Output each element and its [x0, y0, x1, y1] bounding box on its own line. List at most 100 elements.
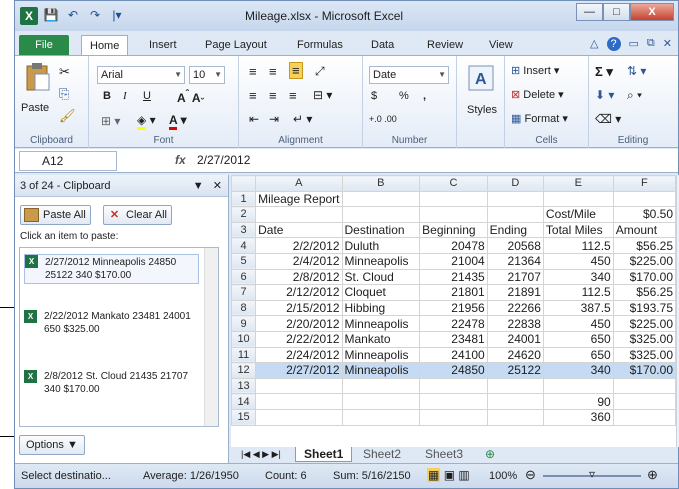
zoom-thumb[interactable]: ▿	[589, 467, 595, 481]
row-header[interactable]: 5	[231, 252, 257, 270]
restore-button[interactable]: □	[603, 3, 630, 21]
pane-close-icon[interactable]: ✕	[213, 180, 222, 192]
cell-c15[interactable]	[419, 408, 488, 426]
cell-a15[interactable]	[255, 408, 343, 426]
cell-c10[interactable]: 23481	[419, 330, 488, 348]
clear-all-button[interactable]: ✕ Clear All	[103, 205, 172, 225]
close-button[interactable]: X	[630, 3, 674, 21]
row-header[interactable]: 3	[231, 221, 257, 239]
minimize-button[interactable]: —	[576, 3, 603, 21]
copy-icon[interactable]: ⎘	[59, 86, 69, 102]
cell-b12[interactable]: Minneapolis	[341, 362, 421, 379]
align-top-icon[interactable]: ≡	[249, 64, 257, 79]
row-header[interactable]: 13	[231, 377, 257, 395]
align-right-icon[interactable]: ≡	[289, 88, 297, 103]
find-select-icon[interactable]: ⌕ ▾	[627, 88, 642, 103]
wrap-text-icon[interactable]: ↵ ▾	[293, 112, 312, 126]
cell-c8[interactable]: 21956	[419, 299, 488, 317]
grow-font-icon[interactable]: Aˆ Aˇ	[177, 89, 204, 108]
row-header[interactable]: 15	[231, 408, 257, 426]
cell-d14[interactable]	[486, 393, 544, 410]
cut-icon[interactable]: ✂	[59, 64, 70, 80]
tab-data[interactable]: Data	[363, 35, 402, 55]
cell-b8[interactable]: Hibbing	[341, 299, 421, 317]
cell-d13[interactable]	[486, 377, 544, 395]
clear-icon[interactable]: ⌫ ▾	[595, 112, 621, 126]
cell-f14[interactable]	[612, 393, 676, 410]
sheet-tab-1[interactable]: Sheet1	[295, 447, 353, 462]
cell-f8[interactable]: $193.75	[612, 299, 676, 317]
cell-f7[interactable]: $56.25	[612, 284, 676, 301]
format-painter-icon[interactable]: 🖌	[59, 108, 76, 124]
tab-view[interactable]: View	[481, 35, 521, 55]
orientation-icon[interactable]: ⤢	[315, 64, 325, 79]
cell-a5[interactable]: 2/4/2012	[255, 252, 343, 270]
minimize-workbook-icon[interactable]: ▭	[629, 37, 639, 51]
percent-button[interactable]: %	[399, 90, 409, 102]
font-name-combo[interactable]: Arial ▼	[97, 66, 185, 84]
paste-all-button[interactable]: Paste All	[20, 205, 91, 225]
zoom-out-icon[interactable]: ⊖	[525, 467, 536, 483]
cell-e5[interactable]: 450	[542, 252, 614, 270]
row-header[interactable]: 10	[231, 330, 257, 348]
cell-f12[interactable]: $170.00	[612, 362, 676, 379]
pane-menu-icon[interactable]: ▼	[193, 180, 204, 192]
sheet-tab-3[interactable]: Sheet3	[417, 447, 471, 462]
restore-workbook-icon[interactable]: ⧉	[647, 37, 655, 51]
cell-b3[interactable]: Destination	[341, 221, 421, 239]
cell-f11[interactable]: $325.00	[612, 346, 676, 364]
tab-formulas[interactable]: Formulas	[289, 35, 351, 55]
row-header[interactable]: 2	[231, 206, 257, 223]
row-header[interactable]: 7	[231, 284, 257, 301]
cell-c1[interactable]	[419, 190, 488, 208]
options-button[interactable]: Options ▼	[19, 435, 85, 455]
row-header[interactable]: 8	[231, 299, 257, 317]
clipboard-scrollbar[interactable]	[204, 248, 218, 426]
comma-button[interactable]: ,	[423, 90, 426, 102]
cell-f1[interactable]	[612, 190, 676, 208]
cell-f13[interactable]	[612, 377, 676, 395]
cell-c4[interactable]: 20478	[419, 237, 488, 254]
insert-sheet-icon[interactable]: ⊕	[477, 447, 503, 462]
cell-d1[interactable]	[486, 190, 544, 208]
cell-a10[interactable]: 2/22/2012	[255, 330, 343, 348]
clipboard-item[interactable]: X 2/27/2012 Minneapolis 24850 25122 340 …	[24, 254, 199, 284]
clipboard-item[interactable]: X 2/8/2012 St. Cloud 21435 21707 340 $17…	[24, 370, 199, 396]
sheet-nav-icon[interactable]: |◀ ◀ ▶ ▶|	[233, 447, 289, 462]
cell-a12[interactable]: 2/27/2012	[255, 362, 343, 379]
cell-d8[interactable]: 22266	[486, 299, 544, 317]
cell-f4[interactable]: $56.25	[612, 237, 676, 254]
cell-e12[interactable]: 340	[542, 362, 614, 379]
align-left-icon[interactable]: ≡	[249, 88, 257, 103]
cell-d9[interactable]: 22838	[486, 315, 544, 332]
cell-c2[interactable]	[419, 206, 488, 223]
format-cells-button[interactable]: ▦ Format ▾	[511, 112, 568, 125]
column-header-a[interactable]: A	[255, 175, 343, 192]
cell-c9[interactable]: 22478	[419, 315, 488, 332]
column-header-c[interactable]: C	[419, 175, 488, 192]
increase-decimal-icon[interactable]: +.0 .00	[369, 114, 397, 124]
borders-icon[interactable]: ⊞ ▾	[101, 114, 120, 128]
cell-d7[interactable]: 21891	[486, 284, 544, 301]
delete-cells-button[interactable]: ⊠ Delete ▾	[511, 88, 564, 101]
column-header-d[interactable]: D	[486, 175, 544, 192]
cell-e11[interactable]: 650	[542, 346, 614, 364]
cell-b7[interactable]: Cloquet	[341, 284, 421, 301]
currency-button[interactable]: $	[371, 90, 377, 102]
cell-d4[interactable]: 20568	[486, 237, 544, 254]
cell-f3[interactable]: Amount	[612, 221, 676, 239]
increase-indent-icon[interactable]: ⇥	[269, 112, 279, 126]
cell-d3[interactable]: Ending	[486, 221, 544, 239]
cell-c12[interactable]: 24850	[419, 362, 488, 379]
align-center-icon[interactable]: ≡	[269, 88, 277, 103]
tab-home[interactable]: Home	[81, 35, 129, 55]
cell-d10[interactable]: 24001	[486, 330, 544, 348]
sort-filter-icon[interactable]: ⇅ ▾	[627, 64, 646, 78]
cell-a14[interactable]	[255, 393, 343, 410]
cell-a13[interactable]	[255, 377, 343, 395]
tab-review[interactable]: Review	[419, 35, 471, 55]
cell-a8[interactable]: 2/15/2012	[255, 299, 343, 317]
cell-c13[interactable]	[419, 377, 488, 395]
zoom-in-icon[interactable]: ⊕	[647, 467, 658, 483]
cell-e13[interactable]	[542, 377, 614, 395]
